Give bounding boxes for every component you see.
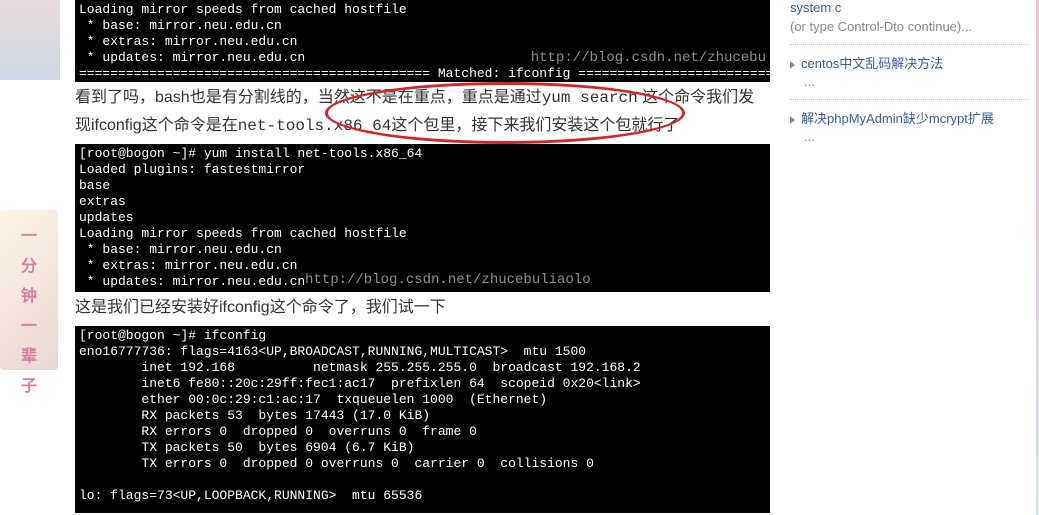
watermark-text: http://blog.csdn.net/zhucebu	[531, 50, 766, 66]
paragraph-2: 这是我们已经安装好ifconfig这个命令了，我们试一下	[75, 292, 770, 326]
sidebar-related: system c (or type Control-Dto continue).…	[790, 0, 1028, 154]
sidebar-top-link[interactable]: system c	[790, 0, 1028, 19]
para-text-mono: yum search	[542, 89, 638, 107]
sidebar-link-item[interactable]: 解决phpMyAdmin缺少mcrypt扩展	[790, 99, 1028, 129]
ad-char: 子	[21, 372, 37, 396]
ad-char: 钟	[21, 282, 37, 306]
left-ad-rail: 一 分 钟 一 辈 子	[0, 0, 60, 380]
ellipsis: ...	[790, 129, 1028, 154]
watermark-text: http://blog.csdn.net/zhucebuliaolo	[305, 272, 591, 288]
link-label: 解决phpMyAdmin缺少mcrypt扩展	[801, 111, 994, 126]
ad-char: 一	[21, 222, 37, 246]
terminal-block-3: [root@bogon ~]# ifconfig eno16777736: fl…	[75, 326, 770, 513]
ad-char: 一	[21, 312, 37, 336]
para-text-mono: net-tools.x86_64	[238, 117, 392, 135]
chevron-right-icon	[790, 61, 795, 69]
chevron-right-icon	[790, 116, 795, 124]
ad-image-top	[0, 0, 60, 80]
term-content: [root@bogon ~]# ifconfig eno16777736: fl…	[79, 328, 641, 503]
para-text: 这是我们已经安装好ifconfig这个命令了，我们试一下	[75, 299, 446, 316]
link-label: centos中文乱码解决方法	[801, 56, 943, 71]
sidebar-link-item[interactable]: centos中文乱码解决方法	[790, 44, 1028, 74]
ellipsis: ...	[790, 74, 1028, 99]
para-text: 这个包里，接下来我们安装这个包就行了	[391, 117, 679, 134]
term-content: [root@bogon ~]# yum install net-tools.x8…	[79, 146, 422, 289]
sidebar-subtext: (or type Control-Dto continue)...	[790, 19, 1028, 34]
term-content: Loading mirror speeds from cached hostfi…	[79, 2, 770, 82]
terminal-block-2: [root@bogon ~]# yum install net-tools.x8…	[75, 144, 770, 292]
link-text: system c	[790, 0, 841, 15]
para-text: 看到了吗，bash也是有分割线的，当然这不是在重点，重点是通过	[75, 89, 542, 106]
ad-char: 辈	[21, 342, 37, 366]
paragraph-1: 看到了吗，bash也是有分割线的，当然这不是在重点，重点是通过yum searc…	[75, 82, 770, 144]
terminal-block-1: Loading mirror speeds from cached hostfi…	[75, 0, 770, 82]
ad-char: 分	[21, 252, 37, 276]
article-main: Loading mirror speeds from cached hostfi…	[75, 0, 770, 513]
ad-image-bottom[interactable]: 一 分 钟 一 辈 子	[0, 210, 58, 370]
